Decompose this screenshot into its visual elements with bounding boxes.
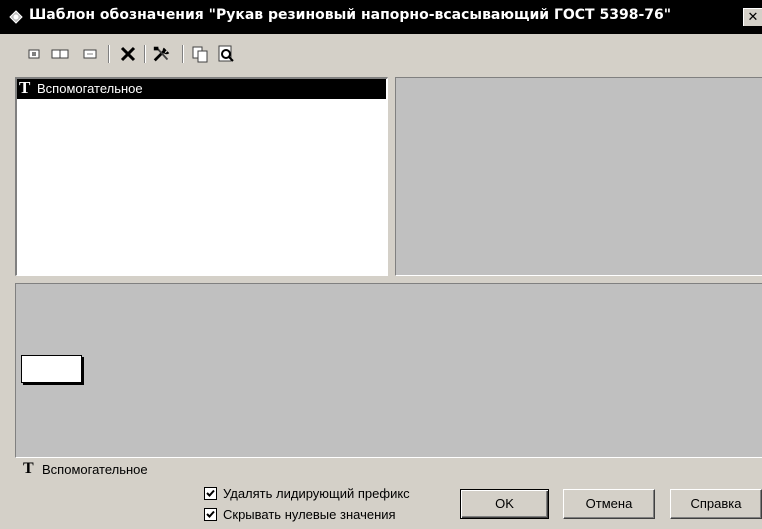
tree-item-label: Вспомогательное bbox=[37, 81, 143, 96]
tools-icon[interactable] bbox=[152, 44, 172, 64]
field-medium-icon[interactable] bbox=[80, 44, 100, 64]
ok-button[interactable]: OK bbox=[460, 489, 549, 519]
status-bar: T Вспомогательное bbox=[15, 459, 762, 479]
checkmark-icon bbox=[206, 510, 215, 518]
text-type-icon: T bbox=[23, 460, 34, 477]
status-label: Вспомогательное bbox=[42, 462, 148, 477]
help-button[interactable]: Справка bbox=[670, 489, 762, 519]
delete-icon[interactable] bbox=[118, 44, 138, 64]
toolbar-separator bbox=[108, 45, 110, 63]
toolbar-separator bbox=[144, 45, 146, 63]
title-bar[interactable]: Шаблон обозначения "Рукав резиновый напо… bbox=[0, 0, 762, 34]
text-type-icon: T bbox=[19, 78, 31, 97]
hide-zero-checkbox[interactable] bbox=[204, 508, 217, 521]
template-dialog: Шаблон обозначения "Рукав резиновый напо… bbox=[0, 0, 762, 529]
preview-panel bbox=[395, 77, 762, 276]
toolbar-separator bbox=[182, 45, 184, 63]
close-button[interactable]: ✕ bbox=[743, 8, 762, 26]
remove-prefix-label: Удалять лидирующий префикс bbox=[223, 486, 410, 501]
close-icon: ✕ bbox=[747, 10, 759, 25]
template-field-box[interactable] bbox=[21, 355, 82, 383]
field-small-icon[interactable] bbox=[24, 44, 44, 64]
window-title: Шаблон обозначения "Рукав резиновый напо… bbox=[29, 7, 672, 23]
template-icon bbox=[9, 10, 23, 24]
preview-icon[interactable] bbox=[216, 44, 236, 64]
tree-item-auxiliary[interactable]: T Вспомогательное bbox=[17, 78, 386, 99]
toolbar bbox=[0, 34, 762, 74]
checkmark-icon bbox=[206, 489, 215, 497]
remove-prefix-checkbox[interactable] bbox=[204, 487, 217, 500]
field-wide-icon[interactable] bbox=[50, 44, 70, 64]
hide-zero-label: Скрывать нулевые значения bbox=[223, 507, 396, 522]
template-tree[interactable]: T Вспомогательное bbox=[15, 77, 388, 276]
cancel-button[interactable]: Отмена bbox=[563, 489, 655, 519]
template-editor-area[interactable] bbox=[15, 283, 762, 458]
copy-icon[interactable] bbox=[190, 44, 210, 64]
